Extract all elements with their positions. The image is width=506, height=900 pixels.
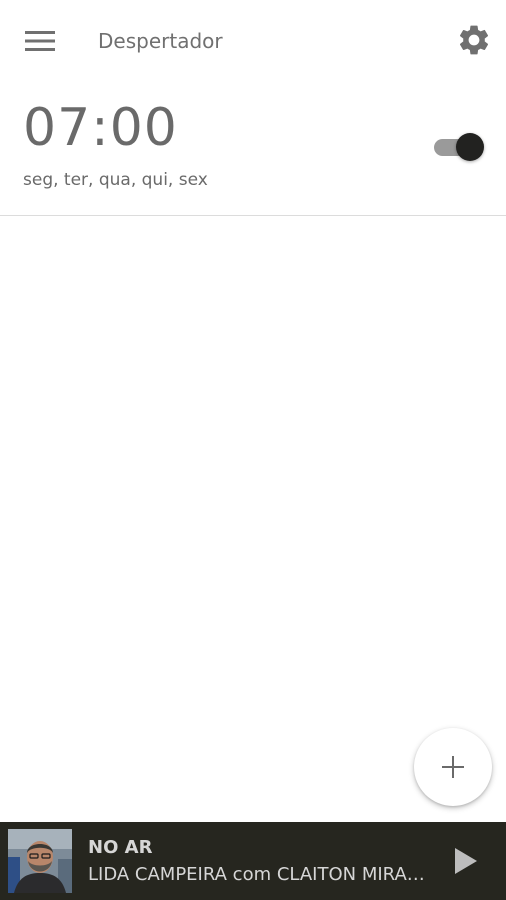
now-playing-status: NO AR (88, 837, 153, 858)
host-photo-image (8, 829, 72, 893)
alarm-screen: Despertador 07:00 seg, ter, qua, qui, se… (0, 0, 506, 900)
play-icon (455, 848, 477, 874)
play-button[interactable] (446, 840, 486, 882)
alarm-enable-toggle[interactable] (432, 132, 486, 162)
now-playing-bar[interactable]: NO AR LIDA CAMPEIRA com CLAITON MIRANDA (0, 822, 506, 900)
now-playing-title: LIDA CAMPEIRA com CLAITON MIRANDA (88, 864, 436, 885)
alarm-time[interactable]: 07:00 (23, 96, 178, 160)
add-alarm-button[interactable] (414, 728, 492, 806)
alarm-repeat-days: seg, ter, qua, qui, sex (23, 170, 208, 190)
hamburger-menu-icon (25, 31, 55, 51)
plus-icon (442, 756, 464, 778)
host-photo (8, 829, 72, 893)
settings-button[interactable] (452, 18, 496, 62)
gear-icon (459, 25, 489, 55)
toggle-thumb (456, 133, 484, 161)
menu-button[interactable] (20, 22, 60, 60)
app-bar: Despertador (0, 0, 506, 82)
alarm-item[interactable]: 07:00 seg, ter, qua, qui, sex (0, 82, 506, 216)
page-title: Despertador (98, 29, 223, 53)
